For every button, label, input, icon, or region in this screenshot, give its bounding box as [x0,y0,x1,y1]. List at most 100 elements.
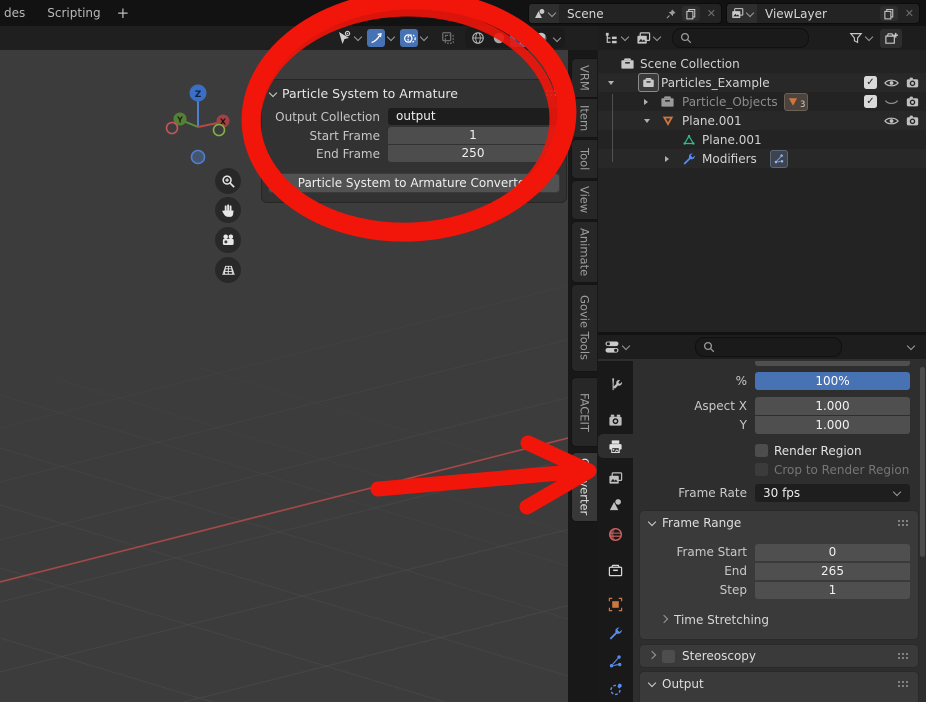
properties-search-input[interactable] [695,337,842,357]
panel-drag-handle-icon[interactable] [545,89,558,97]
view-layer-browse-button[interactable] [727,4,757,23]
outliner-row-plane-object[interactable]: Plane.001 [598,111,926,130]
editor-divider[interactable] [598,332,926,335]
shading-solid-button[interactable] [489,29,508,47]
gizmo-y-neg[interactable] [214,125,225,136]
outliner-filter-dropdown[interactable] [849,31,872,45]
outliner-row-plane-mesh-data[interactable]: Plane.001 [598,130,926,149]
panel-title[interactable]: Particle System to Armature [282,86,458,101]
xray-toggle[interactable] [439,29,457,47]
panel-collapse-icon[interactable] [648,518,656,526]
outliner-search-input[interactable] [672,28,809,48]
frame-rate-dropdown[interactable]: 30 fps [755,484,910,502]
expand-icon[interactable] [665,156,669,162]
gizmo-z-neg[interactable] [192,151,205,164]
properties-scrollbar[interactable] [920,367,925,557]
hide-eye-icon[interactable] [884,77,899,89]
filter-options-chevron-icon[interactable] [907,342,915,350]
start-frame-input[interactable]: 1 [388,127,558,144]
resolution-field-partial[interactable] [755,361,910,366]
tab-output[interactable] [598,434,633,458]
tab-object[interactable] [598,591,633,617]
sidebar-tab-govie-tools[interactable]: Govie Tools [571,284,597,372]
outliner-row-particles-example[interactable]: Particles_Example ✓ [598,73,926,92]
frame-step-input[interactable]: 1 [755,582,910,599]
frame-start-input[interactable]: 0 [755,544,910,561]
overlays-toggle[interactable] [400,29,427,47]
panel-drag-handle-icon[interactable] [897,680,910,688]
toggle-perspective-button[interactable] [215,257,241,283]
outliner-row-scene-collection[interactable]: Scene Collection [598,54,926,73]
disable-render-camera-icon[interactable] [906,76,919,89]
outliner-row-particle-objects[interactable]: Particle_Objects 3 ✓ [598,92,926,111]
viewport-3d[interactable]: Z Y X [0,50,568,702]
tab-collection[interactable] [598,557,633,583]
scene-name-field[interactable]: Scene [559,7,662,21]
unlink-scene-icon[interactable]: ✕ [702,7,721,20]
tab-world[interactable] [598,521,633,547]
disable-render-camera-icon[interactable] [906,95,919,108]
new-collection-button[interactable] [880,29,902,48]
shading-wireframe-button[interactable] [468,29,487,47]
crop-to-render-region-checkbox[interactable] [755,463,768,476]
output-panel[interactable]: Output [640,672,918,702]
sidebar-tab-vrm[interactable]: VRM [571,58,597,98]
sidebar-tab-tool[interactable]: Tool [571,139,597,179]
add-workspace-button[interactable]: + [113,0,134,26]
sidebar-tab-faceit[interactable]: FACEIT [571,377,597,447]
shading-material-button[interactable] [510,29,529,47]
aspect-y-input[interactable]: 1.000 [755,416,910,434]
new-view-layer-button[interactable] [880,6,898,21]
tab-view-layer[interactable] [598,465,633,491]
aspect-x-input[interactable]: 1.000 [755,397,910,415]
exclude-checkbox[interactable]: ✓ [864,76,877,89]
exclude-checkbox[interactable]: ✓ [864,95,877,108]
frame-range-title[interactable]: Frame Range [662,516,741,530]
object-visibility-dropdown[interactable] [336,30,361,46]
expand-icon[interactable] [644,99,648,105]
view-layer-name-field[interactable]: ViewLayer [757,7,878,21]
sidebar-tab-item[interactable]: Item [571,98,597,138]
tab-particles[interactable] [598,648,633,674]
stereoscopy-panel[interactable]: Stereoscopy [640,645,918,667]
new-scene-button[interactable] [682,6,700,21]
sidebar-tab-view[interactable]: View [571,180,597,220]
camera-view-button[interactable] [215,227,241,253]
frame-end-input[interactable]: 265 [755,563,910,580]
tab-physics[interactable] [598,676,633,702]
pan-button[interactable] [215,197,241,223]
panel-drag-handle-icon[interactable] [897,519,910,527]
expand-icon[interactable] [608,81,614,85]
hide-eye-icon[interactable] [884,115,899,127]
workspace-tab-scripting[interactable]: Scripting [43,0,104,26]
gizmos-toggle[interactable] [367,29,394,47]
tab-tool[interactable] [598,371,633,397]
sidebar-tab-converter[interactable]: Converter [571,452,597,522]
end-frame-input[interactable]: 250 [388,145,558,162]
properties-editor-type-dropdown[interactable] [604,339,629,355]
stereoscopy-checkbox[interactable] [662,650,675,663]
convert-button[interactable]: Particle System to Armature Converter [268,173,560,193]
tab-modifiers[interactable] [598,620,633,646]
remove-view-layer-icon[interactable]: ✕ [900,7,919,20]
collapse-icon[interactable] [644,119,650,123]
outliner-filter-display-dropdown[interactable] [636,31,660,46]
output-collection-input[interactable]: output [388,108,558,125]
panel-drag-handle-icon[interactable] [897,652,910,660]
resolution-percent-slider[interactable]: 100% [755,372,910,390]
panel-collapse-icon[interactable] [269,88,277,96]
render-region-checkbox[interactable] [755,444,768,457]
zoom-button[interactable] [215,168,241,194]
tab-render[interactable] [598,407,633,433]
disable-render-camera-icon[interactable] [906,114,919,127]
pin-icon[interactable] [662,4,680,23]
scene-browse-button[interactable] [529,4,559,23]
shading-rendered-button[interactable] [531,29,550,47]
time-stretching-subpanel[interactable]: Time Stretching [661,613,769,627]
hidden-eye-closed-icon[interactable] [884,96,899,108]
sidebar-tab-animate[interactable]: Animate [571,221,597,283]
outliner-display-mode-dropdown[interactable] [604,31,628,46]
gizmo-x-neg[interactable] [167,123,178,134]
tab-scene[interactable] [598,491,633,517]
navigation-gizmo[interactable]: Z Y X [160,80,250,170]
